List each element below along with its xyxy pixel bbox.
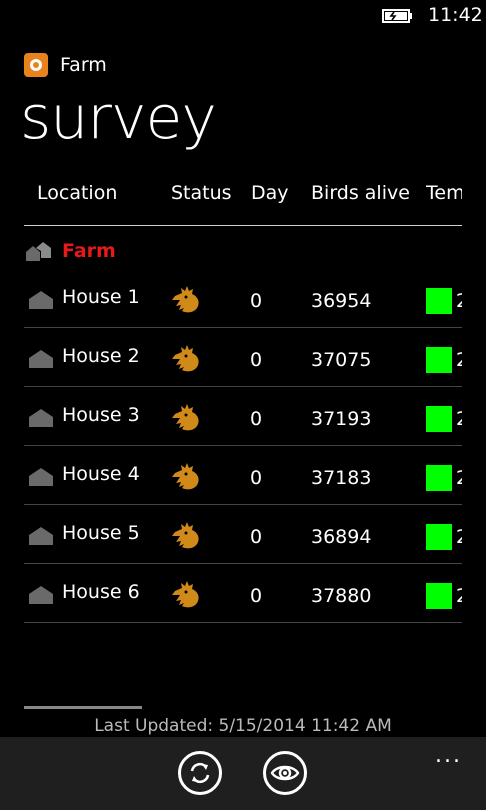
table-row[interactable]: House 4 0 37183 2 [0,447,486,505]
temperature-indicator [426,583,452,609]
app-header: Farm [24,52,107,78]
app-title: Farm [60,54,107,76]
temperature-value: 2 [456,290,462,312]
header-divider [24,225,462,226]
temperature-value: 2 [456,467,462,489]
house-name: House 2 [62,345,140,367]
app-bar: ... [0,737,486,810]
table-row[interactable]: House 2 0 37075 2 [0,329,486,387]
temperature-indicator [426,347,452,373]
chicken-status-icon [172,345,199,372]
birds-alive-value: 37193 [311,408,372,430]
more-menu-button[interactable]: ... [435,745,462,767]
scroll-indicator [24,706,142,709]
group-row-farm[interactable]: Farm [24,238,116,264]
birds-alive-value: 37183 [311,467,372,489]
temperature-indicator [426,406,452,432]
temperature-value: 2 [456,526,462,548]
day-value: 0 [250,585,263,607]
refresh-icon [190,762,210,784]
house-icon [29,527,53,545]
birds-alive-value: 37075 [311,349,372,371]
house-name: House 5 [62,522,140,544]
column-header-status[interactable]: Status [171,182,232,204]
page-title: survey [20,83,217,153]
group-label: Farm [62,240,116,262]
row-divider [24,563,462,564]
day-value: 0 [250,526,263,548]
house-icon [29,409,53,427]
view-button[interactable] [263,751,307,795]
table-row[interactable]: House 5 0 36894 2 [0,506,486,564]
house-icon [29,291,53,309]
last-updated-text: Last Updated: 5/15/2014 11:42 AM [94,716,392,736]
status-bar: 11:42 [0,0,486,32]
house-icon [29,586,53,604]
house-icon [29,468,53,486]
house-name: House 3 [62,404,140,426]
house-icon [29,350,53,368]
day-value: 0 [250,467,263,489]
chicken-status-icon [172,463,199,490]
column-header-temperature[interactable]: Tem [426,182,462,204]
farm-app-icon [24,53,48,77]
day-value: 0 [250,290,263,312]
temperature-value: 2 [456,349,462,371]
temperature-indicator [426,465,452,491]
temperature-indicator [426,524,452,550]
day-value: 0 [250,349,263,371]
eye-icon [270,765,300,781]
house-name: House 4 [62,463,140,485]
column-header-birds-alive[interactable]: Birds alive [311,182,410,204]
farm-houses-icon [26,242,51,261]
chicken-status-icon [172,581,199,608]
table-row[interactable]: House 1 0 36954 2 [0,270,486,328]
temperature-value: 2 [456,408,462,430]
chicken-status-icon [172,286,199,313]
chicken-status-icon [172,404,199,431]
birds-alive-value: 37880 [311,585,372,607]
row-divider [24,445,462,446]
temperature-indicator [426,288,452,314]
table-row[interactable]: House 3 0 37193 2 [0,388,486,446]
house-name: House 1 [62,286,140,308]
row-divider [24,622,462,623]
row-divider [24,504,462,505]
column-header-day[interactable]: Day [251,182,289,204]
birds-alive-value: 36954 [311,290,372,312]
column-header-location[interactable]: Location [37,182,117,204]
refresh-button[interactable] [178,751,222,795]
row-divider [24,386,462,387]
house-name: House 6 [62,581,140,603]
battery-charging-icon [382,9,412,23]
clock: 11:42 [428,4,483,26]
temperature-value: 2 [456,585,462,607]
birds-alive-value: 36894 [311,526,372,548]
chicken-status-icon [172,522,199,549]
table-row[interactable]: House 6 0 37880 2 [0,565,486,623]
column-headers: Location Status Day Birds alive Tem [0,182,486,212]
day-value: 0 [250,408,263,430]
row-divider [24,327,462,328]
